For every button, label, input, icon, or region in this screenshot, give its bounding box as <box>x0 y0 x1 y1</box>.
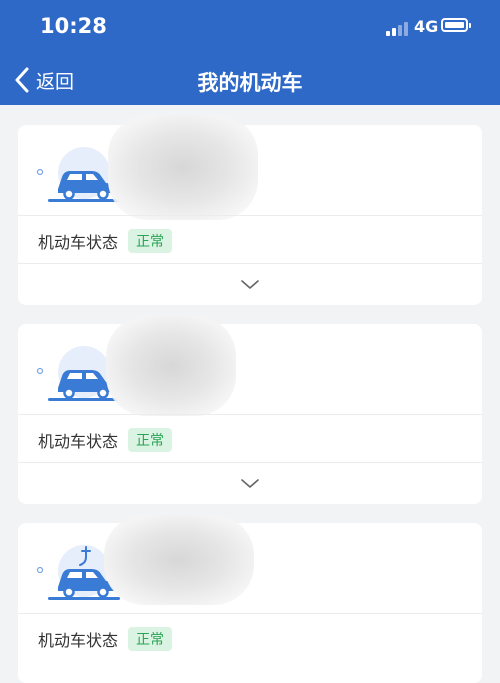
expand-button[interactable] <box>18 464 482 504</box>
vehicle-card: 机动车状态 正常 <box>18 316 482 504</box>
divider <box>18 613 482 614</box>
status-badge: 正常 <box>128 229 173 253</box>
redacted-plate <box>106 316 236 416</box>
status-bar: 10:28 4G <box>0 0 500 55</box>
vehicle-status-label: 机动车状态 <box>38 432 119 451</box>
vehicle-status-label: 机动车状态 <box>38 631 119 650</box>
vehicle-card-header[interactable] <box>18 316 482 416</box>
vehicle-card-header[interactable] <box>18 515 482 613</box>
divider <box>18 414 482 415</box>
chevron-down-icon <box>241 479 259 488</box>
battery-icon <box>441 18 471 32</box>
vehicle-card: 机动车状态 正常 <box>18 515 482 683</box>
vehicle-status-row: 机动车状态 正常 <box>18 217 482 265</box>
network-type: 4G <box>414 17 439 36</box>
vehicle-status-row: 机动车状态 正常 <box>18 416 482 464</box>
signal-icon <box>386 22 408 36</box>
redacted-plate <box>104 515 254 605</box>
vehicle-card: 机动车状态 正常 <box>18 115 482 305</box>
expand-button[interactable] <box>18 265 482 305</box>
chevron-down-icon <box>241 280 259 289</box>
status-badge: 正常 <box>128 428 173 452</box>
status-badge: 正常 <box>128 627 173 651</box>
divider <box>18 263 482 264</box>
nav-bar: 返回 我的机动车 <box>0 55 500 105</box>
vehicle-status-label: 机动车状态 <box>38 233 119 252</box>
divider <box>18 215 482 216</box>
redacted-plate <box>108 115 258 220</box>
page-title: 我的机动车 <box>197 71 303 95</box>
vehicle-status-row: 机动车状态 正常 <box>18 615 482 663</box>
divider <box>18 462 482 463</box>
status-time: 10:28 <box>40 14 107 38</box>
vehicle-card-header[interactable] <box>18 115 482 220</box>
